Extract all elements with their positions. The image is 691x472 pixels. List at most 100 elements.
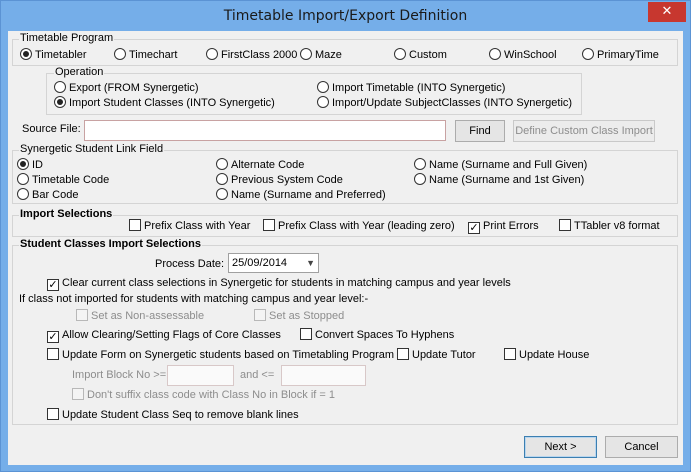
prefix-class-leading-zero-checkbox[interactable]: Prefix Class with Year (leading zero) bbox=[263, 219, 455, 234]
radio-timetabler[interactable]: Timetabler bbox=[20, 48, 87, 63]
chevron-down-icon: ▼ bbox=[306, 258, 315, 268]
option-label: Set as Stopped bbox=[269, 310, 345, 322]
close-button[interactable]: ✕ bbox=[648, 2, 686, 22]
prefix-class-with-year-checkbox[interactable]: Prefix Class with Year bbox=[129, 219, 250, 234]
close-icon: ✕ bbox=[661, 4, 673, 19]
radio-button[interactable] bbox=[394, 48, 406, 60]
checkbox-checked[interactable]: ✓ bbox=[47, 279, 59, 291]
source-file-input[interactable] bbox=[84, 120, 446, 141]
radio-timechart[interactable]: Timechart bbox=[114, 48, 178, 63]
radio-button[interactable] bbox=[317, 81, 329, 93]
radio-button-selected[interactable] bbox=[20, 48, 32, 60]
option-label: Name (Surname and 1st Given) bbox=[429, 174, 585, 186]
radio-link-name-1st-given[interactable]: Name (Surname and 1st Given) bbox=[414, 173, 584, 188]
radio-link-bar-code[interactable]: Bar Code bbox=[17, 188, 78, 203]
set-as-stopped-checkbox[interactable]: Set as Stopped bbox=[254, 309, 344, 324]
radio-button-selected[interactable] bbox=[54, 96, 66, 108]
option-label: Previous System Code bbox=[231, 174, 343, 186]
radio-button[interactable] bbox=[582, 48, 594, 60]
import-selections-label: Import Selections bbox=[19, 208, 114, 220]
radio-link-alternate-code[interactable]: Alternate Code bbox=[216, 158, 304, 173]
radio-button[interactable] bbox=[17, 173, 29, 185]
radio-link-id[interactable]: ID bbox=[17, 158, 43, 173]
update-tutor-checkbox[interactable]: Update Tutor bbox=[397, 348, 476, 363]
checkbox[interactable] bbox=[72, 388, 84, 400]
process-date-dropdown[interactable]: 25/09/2014 ▼ bbox=[228, 253, 319, 273]
radio-import-student-classes[interactable]: Import Student Classes (INTO Synergetic) bbox=[54, 96, 275, 111]
checkbox[interactable] bbox=[559, 219, 571, 231]
process-date-label: Process Date: bbox=[155, 258, 225, 270]
checkbox[interactable] bbox=[47, 348, 59, 360]
dialog-client: Timetable Program Timetabler Timechart F… bbox=[8, 31, 683, 465]
radio-button[interactable] bbox=[17, 188, 29, 200]
print-errors-checkbox[interactable]: ✓ Print Errors bbox=[468, 219, 539, 234]
update-form-checkbox[interactable]: Update Form on Synergetic students based… bbox=[47, 348, 394, 363]
radio-firstclass-2000[interactable]: FirstClass 2000 bbox=[206, 48, 297, 63]
find-button[interactable]: Find bbox=[455, 120, 505, 142]
checkbox-checked[interactable]: ✓ bbox=[468, 222, 480, 234]
option-label: TTabler v8 format bbox=[574, 220, 660, 232]
radio-button[interactable] bbox=[489, 48, 501, 60]
radio-button[interactable] bbox=[206, 48, 218, 60]
next-button[interactable]: Next > bbox=[524, 436, 597, 458]
option-label: Update House bbox=[519, 349, 590, 361]
link-field-label: Synergetic Student Link Field bbox=[19, 143, 165, 155]
checkbox[interactable] bbox=[254, 309, 266, 321]
radio-maze[interactable]: Maze bbox=[300, 48, 342, 63]
window-title: Timetable Import/Export Definition bbox=[223, 8, 468, 24]
convert-spaces-to-hyphens-checkbox[interactable]: Convert Spaces To Hyphens bbox=[300, 328, 454, 343]
radio-link-previous-system-code[interactable]: Previous System Code bbox=[216, 173, 343, 188]
option-label: FirstClass 2000 bbox=[221, 49, 298, 61]
ttabler-v8-format-checkbox[interactable]: TTabler v8 format bbox=[559, 219, 660, 234]
checkbox[interactable] bbox=[129, 219, 141, 231]
checkbox[interactable] bbox=[504, 348, 516, 360]
checkbox[interactable] bbox=[76, 309, 88, 321]
radio-winschool[interactable]: WinSchool bbox=[489, 48, 557, 63]
checkbox[interactable] bbox=[47, 408, 59, 420]
source-file-label: Source File: bbox=[22, 123, 81, 135]
allow-clearing-core-classes-checkbox[interactable]: ✓ Allow Clearing/Setting Flags of Core Cl… bbox=[47, 328, 281, 343]
option-label: Bar Code bbox=[32, 189, 79, 201]
clear-current-class-selections-checkbox[interactable]: ✓ Clear current class selections in Syner… bbox=[47, 276, 511, 291]
cancel-button[interactable]: Cancel bbox=[605, 436, 678, 458]
option-label: Print Errors bbox=[483, 220, 539, 232]
checkbox[interactable] bbox=[300, 328, 312, 340]
timetable-program-label: Timetable Program bbox=[19, 32, 115, 44]
radio-button[interactable] bbox=[216, 158, 228, 170]
option-label: Alternate Code bbox=[231, 159, 305, 171]
title-bar[interactable]: Timetable Import/Export Definition ✕ bbox=[1, 1, 690, 31]
radio-button[interactable] bbox=[414, 158, 426, 170]
radio-button-selected[interactable] bbox=[17, 158, 29, 170]
checkbox-checked[interactable]: ✓ bbox=[47, 331, 59, 343]
radio-button[interactable] bbox=[114, 48, 126, 60]
option-label: Update Tutor bbox=[412, 349, 476, 361]
option-label: Name (Surname and Preferred) bbox=[231, 189, 386, 201]
define-custom-class-import-button[interactable]: Define Custom Class Import bbox=[513, 120, 655, 142]
radio-link-name-preferred[interactable]: Name (Surname and Preferred) bbox=[216, 188, 386, 203]
update-house-checkbox[interactable]: Update House bbox=[504, 348, 589, 363]
operation-label: Operation bbox=[54, 66, 105, 78]
radio-custom[interactable]: Custom bbox=[394, 48, 447, 63]
radio-import-timetable[interactable]: Import Timetable (INTO Synergetic) bbox=[317, 81, 505, 96]
radio-primarytime[interactable]: PrimaryTime bbox=[582, 48, 659, 63]
checkbox[interactable] bbox=[263, 219, 275, 231]
radio-button[interactable] bbox=[317, 96, 329, 108]
radio-button[interactable] bbox=[216, 173, 228, 185]
radio-button[interactable] bbox=[414, 173, 426, 185]
radio-button[interactable] bbox=[54, 81, 66, 93]
radio-link-name-full-given[interactable]: Name (Surname and Full Given) bbox=[414, 158, 587, 173]
radio-link-timetable-code[interactable]: Timetable Code bbox=[17, 173, 109, 188]
import-block-min-input[interactable] bbox=[167, 365, 234, 386]
import-block-max-input[interactable] bbox=[281, 365, 366, 386]
radio-button[interactable] bbox=[216, 188, 228, 200]
option-label: Update Student Class Seq to remove blank… bbox=[62, 409, 299, 421]
set-as-non-assessable-checkbox[interactable]: Set as Non-assessable bbox=[76, 309, 204, 324]
option-label: Don't suffix class code with Class No in… bbox=[87, 389, 335, 401]
radio-import-update-subjectclasses[interactable]: Import/Update SubjectClasses (INTO Syner… bbox=[317, 96, 572, 111]
radio-export[interactable]: Export (FROM Synergetic) bbox=[54, 81, 199, 96]
update-student-class-seq-checkbox[interactable]: Update Student Class Seq to remove blank… bbox=[47, 408, 299, 423]
radio-button[interactable] bbox=[300, 48, 312, 60]
option-label: Maze bbox=[315, 49, 342, 61]
dont-suffix-class-code-checkbox[interactable]: Don't suffix class code with Class No in… bbox=[72, 388, 335, 403]
checkbox[interactable] bbox=[397, 348, 409, 360]
